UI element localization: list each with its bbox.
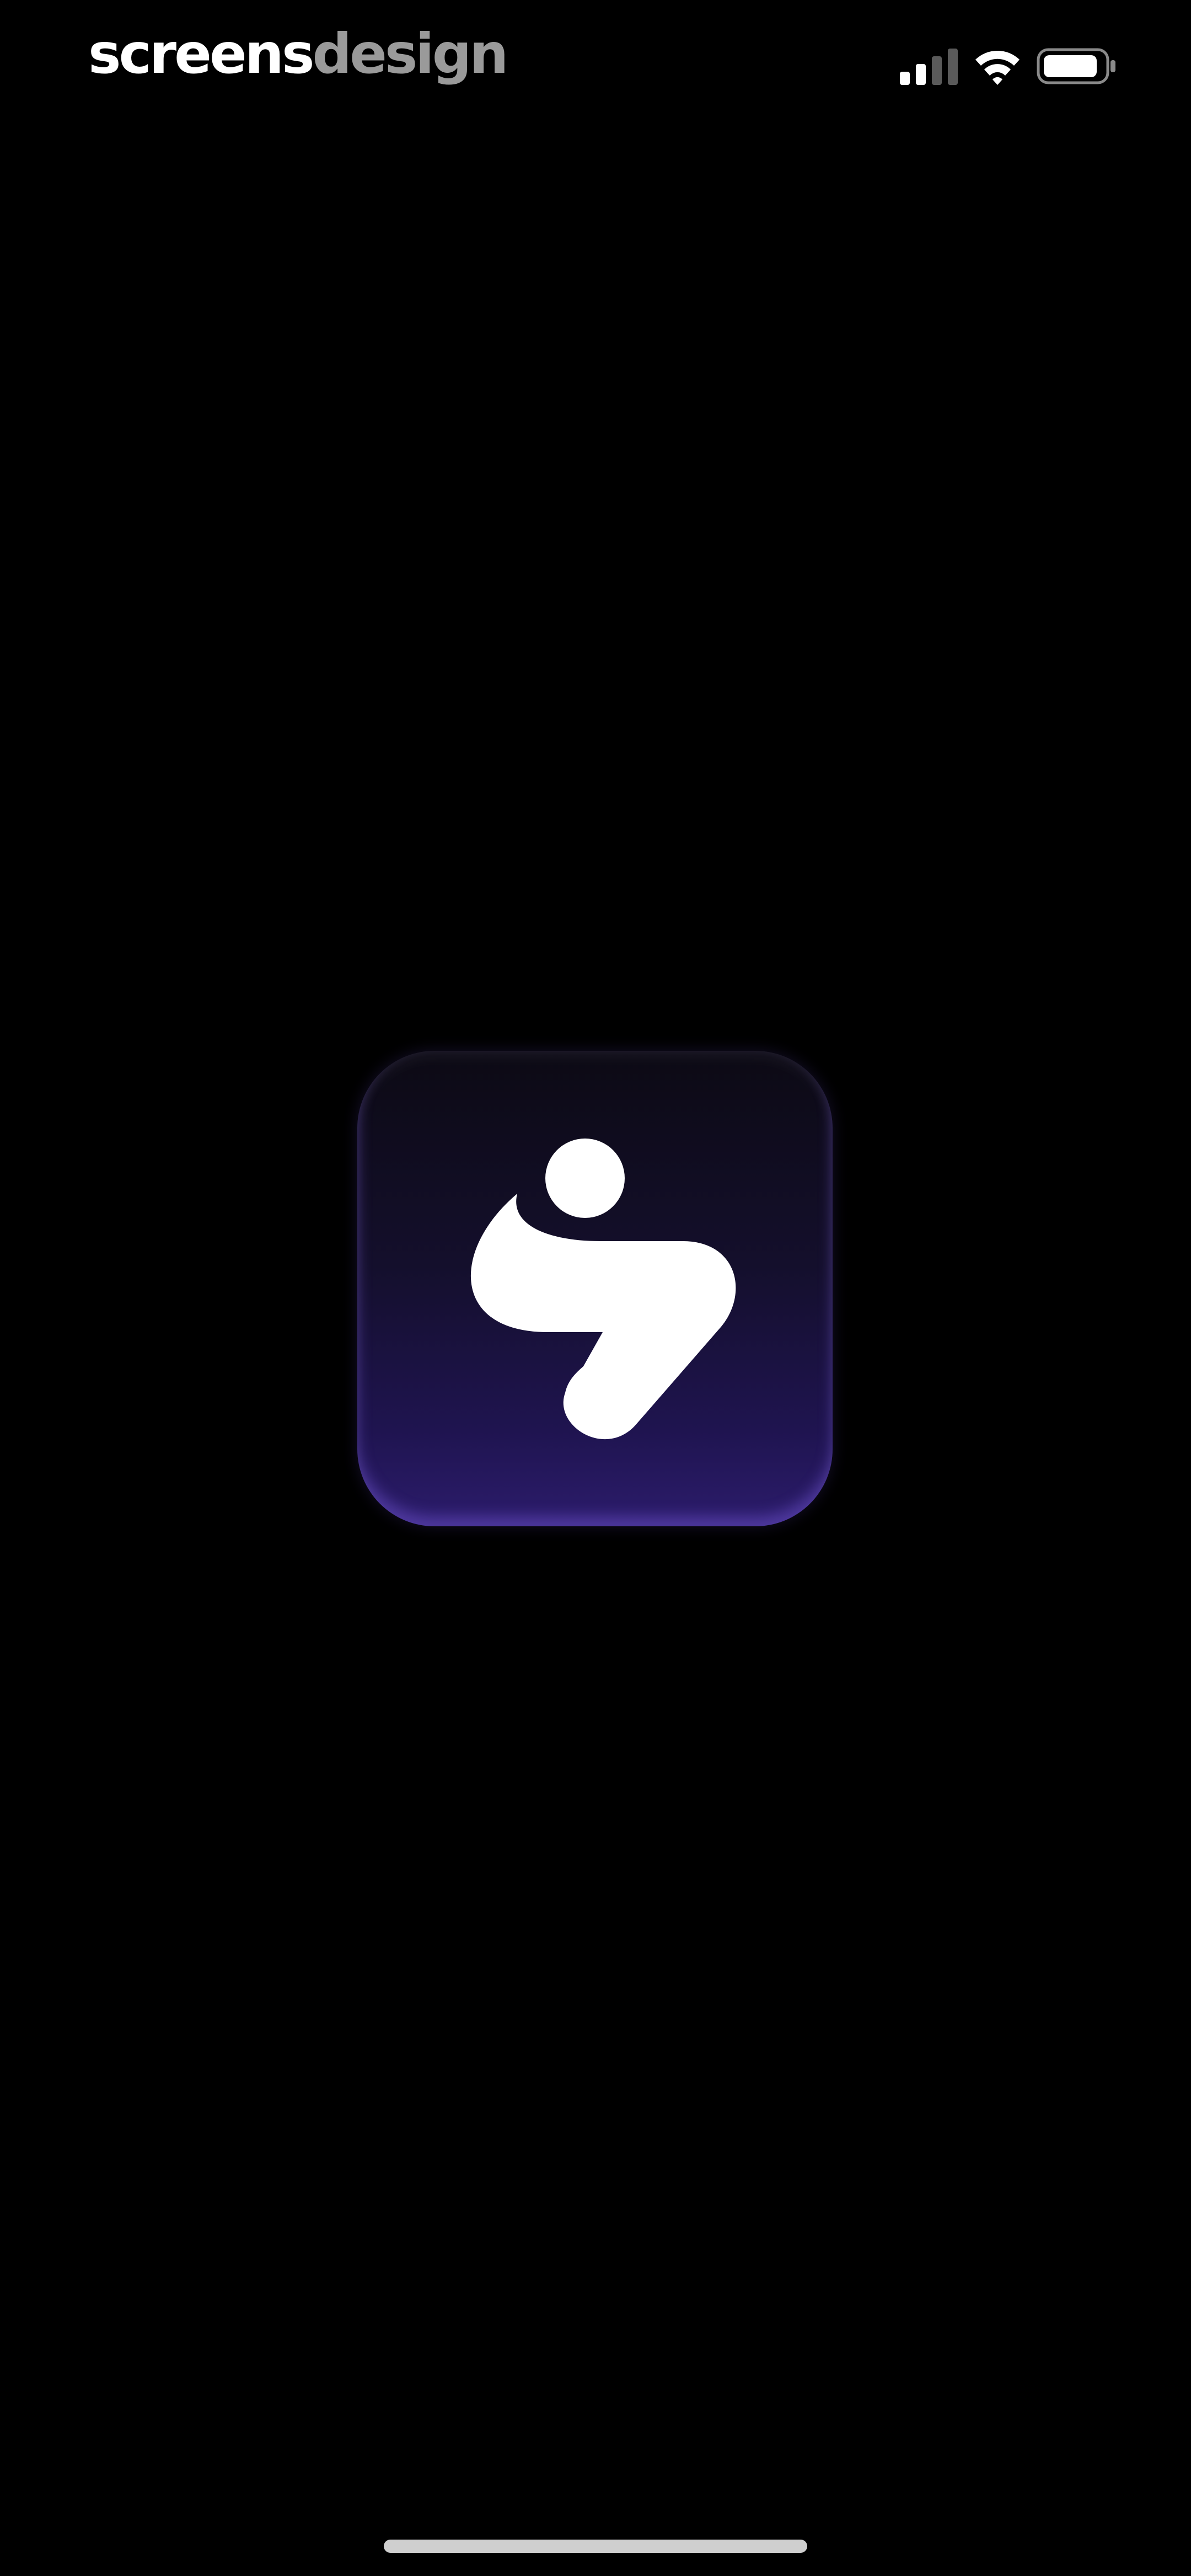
watermark-part-1: screens bbox=[88, 22, 314, 86]
status-bar: screensdesign bbox=[0, 0, 1191, 127]
signal-icon bbox=[900, 49, 958, 85]
screensdesign-watermark: screensdesign bbox=[88, 21, 508, 87]
wifi-icon bbox=[975, 51, 1020, 85]
app-logo-icon bbox=[470, 1139, 736, 1440]
home-indicator[interactable] bbox=[384, 2540, 807, 2553]
watermark-part-2: design bbox=[312, 22, 508, 86]
battery-icon bbox=[1037, 48, 1115, 84]
app-logo bbox=[357, 1051, 833, 1526]
